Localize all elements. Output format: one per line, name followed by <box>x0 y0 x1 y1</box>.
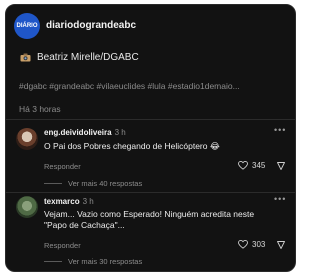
ellipsis-icon[interactable]: ••• <box>274 194 286 204</box>
like-count: 303 <box>252 240 266 249</box>
reply-button[interactable]: Responder <box>44 241 81 250</box>
view-more-label[interactable]: Ver mais 30 respostas <box>68 257 142 266</box>
comment-username[interactable]: eng.deividoliveira 3 h <box>44 128 126 137</box>
heart-icon <box>238 240 248 249</box>
view-more-label[interactable]: Ver mais 40 respostas <box>68 179 142 188</box>
ellipsis-icon[interactable]: ••• <box>274 125 286 135</box>
view-more-replies[interactable]: Ver mais 30 respostas <box>44 257 142 266</box>
profile-avatar[interactable]: DIÁRIO <box>14 13 40 39</box>
like-button[interactable]: 303 <box>238 240 265 249</box>
like-button[interactable]: 345 <box>238 161 265 170</box>
comment-avatar[interactable] <box>16 128 38 150</box>
comment-text-line-1: Vejam... Vazio como Esperado! Ninguém ac… <box>44 209 255 219</box>
comment-text: O Pai dos Pobres chegando de Helicóptero… <box>44 141 220 151</box>
comment-time: 3 h <box>82 197 94 206</box>
comment-avatar[interactable] <box>16 196 38 218</box>
post-card: DIÁRIO diariodograndeabc Beatriz Mirelle… <box>5 4 296 272</box>
comment-username-text[interactable]: eng.deividoliveira <box>44 128 112 137</box>
comment-time: 3 h <box>114 128 126 137</box>
heart-icon <box>238 161 248 170</box>
divider <box>6 192 295 193</box>
replies-line <box>44 183 62 184</box>
post-username[interactable]: diariodograndeabc <box>46 20 136 31</box>
share-icon[interactable] <box>276 240 286 250</box>
photo-credit-row: Beatriz Mirelle/DGABC <box>20 52 139 63</box>
share-icon[interactable] <box>276 161 286 171</box>
hashtags[interactable]: #dgabc #grandeabc #vilaeuclides #lula #e… <box>19 81 240 91</box>
reply-button[interactable]: Responder <box>44 162 81 171</box>
comment-text-line-2: "Papo de Cachaça"... <box>44 220 125 230</box>
post-time: Há 3 horas <box>19 104 61 114</box>
divider <box>6 119 295 120</box>
comment-username[interactable]: texmarco 3 h <box>44 197 94 206</box>
like-count: 345 <box>252 161 266 170</box>
view-more-replies[interactable]: Ver mais 40 respostas <box>44 179 142 188</box>
comment-username-text[interactable]: texmarco <box>44 197 80 206</box>
camera-icon <box>20 53 31 62</box>
replies-line <box>44 261 62 262</box>
photo-credit: Beatriz Mirelle/DGABC <box>37 52 139 63</box>
